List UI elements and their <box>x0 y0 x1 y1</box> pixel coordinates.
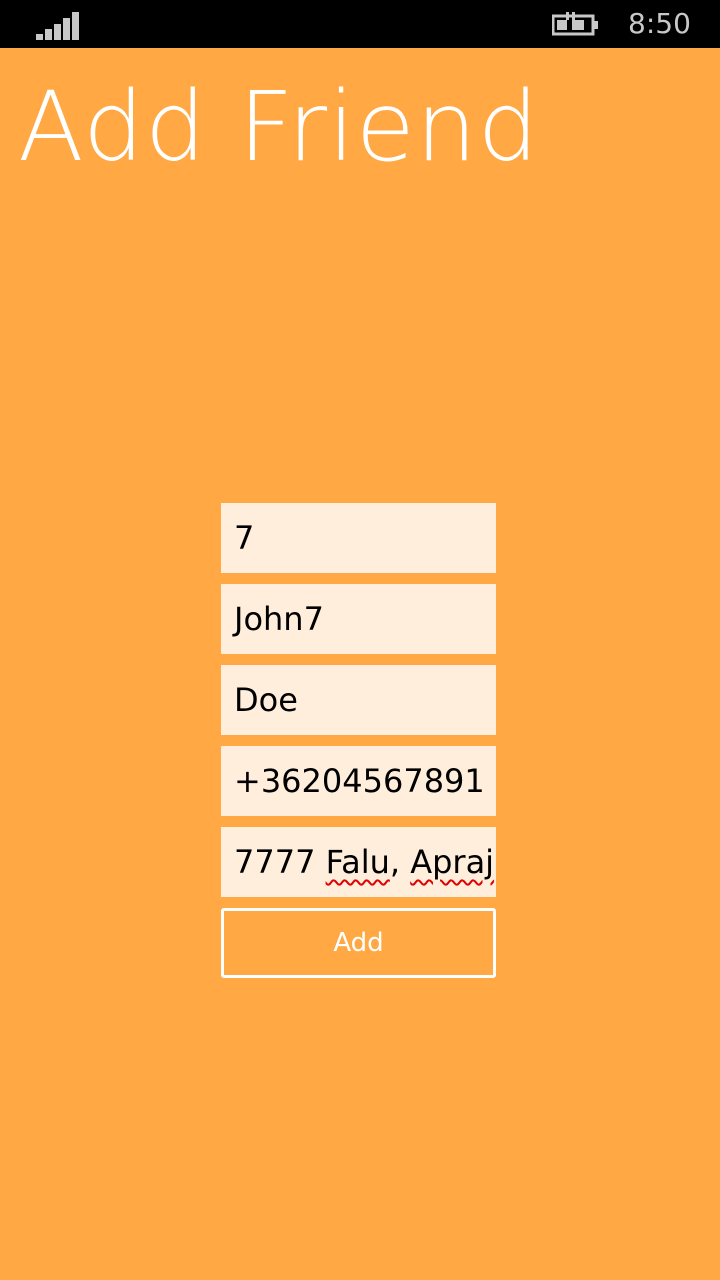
page-title: Add Friend <box>18 71 540 183</box>
first-name-field[interactable]: John7 <box>221 584 496 654</box>
address-misspelled-word: Apraj <box>410 843 495 881</box>
phone-field[interactable]: +36204567891 <box>221 746 496 816</box>
battery-charging-icon <box>552 12 598 36</box>
address-field[interactable]: 7777 Falu, Apraj <box>221 827 496 897</box>
address-text-part: , <box>389 843 411 881</box>
address-text-part: 7777 <box>234 843 326 881</box>
signal-strength-icon <box>36 12 80 40</box>
status-clock: 8:50 <box>628 7 691 40</box>
status-bar: 8:50 <box>0 0 720 48</box>
id-field[interactable]: 7 <box>221 503 496 573</box>
last-name-field[interactable]: Doe <box>221 665 496 735</box>
address-misspelled-word: Falu <box>325 843 390 881</box>
add-button[interactable]: Add <box>221 908 496 978</box>
